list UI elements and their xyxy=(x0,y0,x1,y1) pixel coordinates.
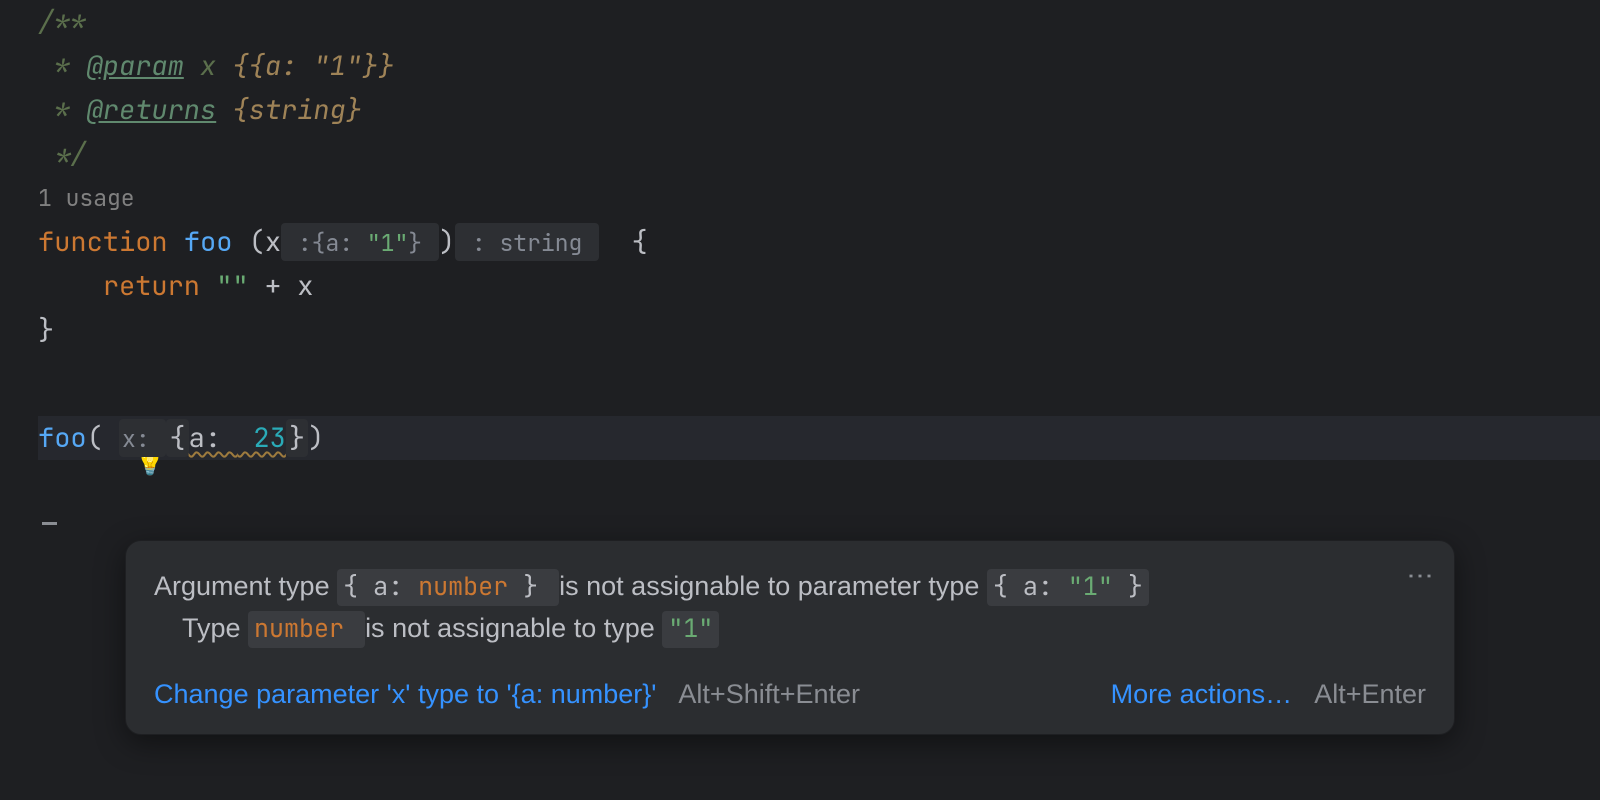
jsdoc-text: x xyxy=(184,48,233,84)
param-name: x xyxy=(265,224,281,260)
rparen: ) xyxy=(308,420,324,456)
comment-star: * xyxy=(38,48,87,84)
space xyxy=(168,224,184,260)
object-key: a: xyxy=(189,420,238,456)
code-line-current[interactable]: foo( x: {a: 23}) xyxy=(38,416,1600,460)
error-text: Argument type xyxy=(154,571,337,601)
jsdoc-text xyxy=(216,92,232,128)
inlay-hint-type[interactable]: :{a: "1"} xyxy=(281,223,439,261)
error-text: is not assignable to parameter type xyxy=(559,571,987,601)
code-line[interactable]: */ xyxy=(38,132,1600,176)
error-text: Type xyxy=(182,613,248,643)
error-message-line: Argument type { a: number } is not assig… xyxy=(154,565,1426,607)
keyword: function xyxy=(38,224,168,260)
space xyxy=(200,268,216,304)
code-line[interactable]: /** xyxy=(38,0,1600,44)
warning-span[interactable]: a: 23 xyxy=(189,420,286,456)
usage-hint-line[interactable]: 1 usage xyxy=(38,176,1600,220)
error-message-line: Type number is not assignable to type "1… xyxy=(154,607,1426,649)
argument-close: } xyxy=(286,419,308,457)
close-brace: } xyxy=(38,312,54,348)
rparen: ) xyxy=(439,224,455,260)
shortcut-hint: Alt+Shift+Enter xyxy=(678,679,860,710)
code-line[interactable]: return "" + x xyxy=(38,264,1600,308)
open-brace: { xyxy=(632,224,648,260)
comment-text: /** xyxy=(38,4,87,40)
comment-star: * xyxy=(38,92,87,128)
jsdoc-tag: @returns xyxy=(87,92,217,128)
popup-actions: Change parameter 'x' type to '{a: number… xyxy=(154,679,1426,710)
operator: + xyxy=(249,268,298,304)
inlay-hint-param[interactable]: x: xyxy=(119,419,166,457)
indent xyxy=(38,268,103,304)
more-options-icon[interactable]: ⋮ xyxy=(1405,563,1436,591)
comment-text: */ xyxy=(38,136,87,172)
code-chip: number xyxy=(248,611,365,648)
space xyxy=(103,420,119,456)
code-chip: "1" xyxy=(662,611,719,648)
space xyxy=(599,224,631,260)
identifier: x xyxy=(297,268,313,304)
error-text: is not assignable to type xyxy=(365,613,662,643)
shortcut-hint: Alt+Enter xyxy=(1314,679,1426,710)
intention-bulb-line: 💡 xyxy=(38,352,1600,396)
code-line[interactable]: * @param x {{a: "1"}} xyxy=(38,44,1600,88)
function-name: foo xyxy=(184,224,233,260)
code-chip: { a: "1" } xyxy=(987,569,1149,606)
lparen: ( xyxy=(249,224,265,260)
usage-hint[interactable]: 1 usage xyxy=(38,183,135,213)
number-literal: 23 xyxy=(237,420,286,456)
jsdoc-tag: @param xyxy=(87,48,184,84)
function-call: foo xyxy=(38,420,87,456)
code-editor[interactable]: /** * @param x {{a: "1"}} * @returns {st… xyxy=(0,0,1600,460)
code-line[interactable]: * @returns {string} xyxy=(38,88,1600,132)
keyword: return xyxy=(103,268,200,304)
jsdoc-type: {{a: "1"}} xyxy=(232,48,394,84)
code-chip: { a: number } xyxy=(337,569,559,606)
lparen: ( xyxy=(87,420,103,456)
argument-open: { xyxy=(166,419,188,457)
space xyxy=(232,224,248,260)
inlay-hint-return[interactable]: : string xyxy=(455,223,599,261)
code-line[interactable]: } xyxy=(38,308,1600,352)
code-line[interactable]: function foo (x :{a: "1"} ) : string { xyxy=(38,220,1600,264)
more-actions-link[interactable]: More actions… xyxy=(1111,679,1293,710)
string-literal: "" xyxy=(216,268,248,304)
quick-fix-link[interactable]: Change parameter 'x' type to '{a: number… xyxy=(154,679,656,710)
inspection-popup: ⋮ Argument type { a: number } is not ass… xyxy=(125,540,1455,735)
jsdoc-type: {string} xyxy=(232,92,362,128)
